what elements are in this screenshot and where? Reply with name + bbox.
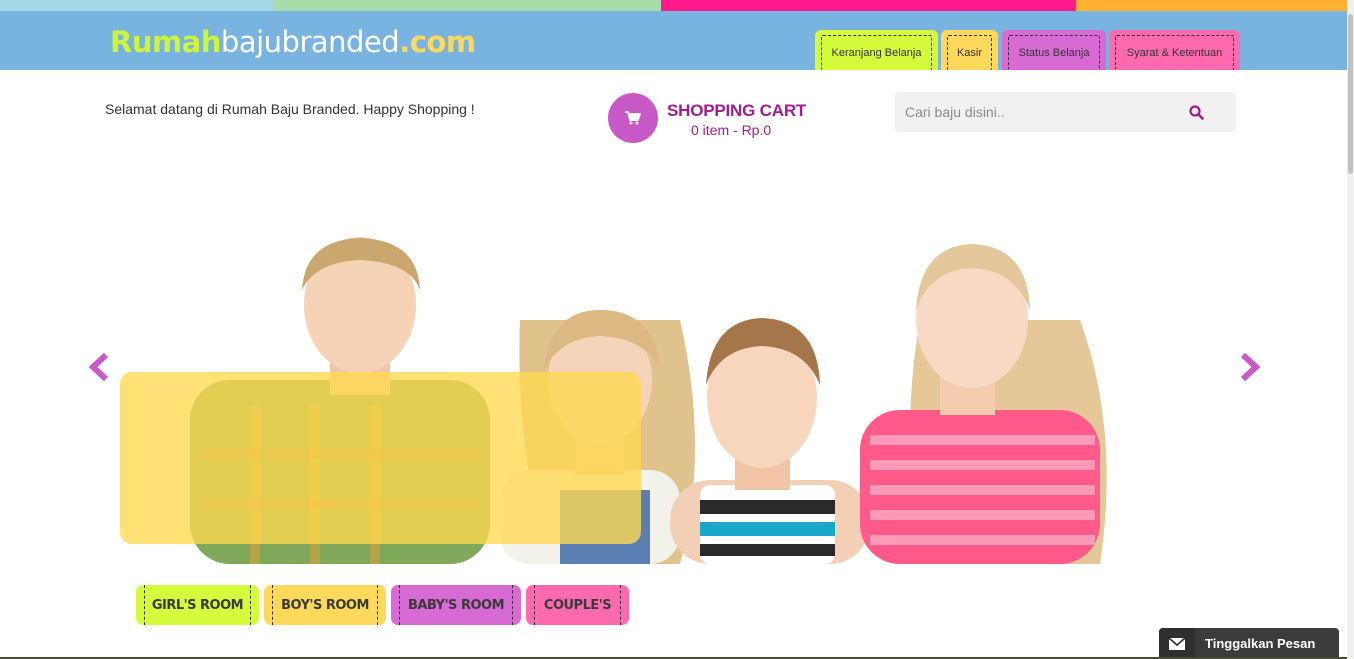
category-babys-room[interactable]: BABY'S ROOM (391, 585, 521, 625)
stripe-segment (1076, 0, 1354, 11)
welcome-message: Selamat datang di Rumah Baju Branded. Ha… (105, 101, 475, 117)
category-label: GIRL'S ROOM (144, 585, 251, 625)
category-label: BOY'S ROOM (272, 585, 378, 625)
envelope-icon (1169, 637, 1185, 650)
shopping-cart-summary: 0 item - Rp.0 (691, 122, 772, 138)
site-header: Rumahbajubranded.com Keranjang Belanja K… (0, 11, 1347, 70)
nav-tab-label: Keranjang Belanja (821, 35, 932, 70)
search-button[interactable] (1157, 92, 1236, 132)
chevron-left-icon (88, 352, 109, 382)
logo-part-rumah: Rumah (110, 25, 221, 59)
category-label: COUPLE'S (534, 585, 621, 625)
page-scrollbar[interactable] (1347, 0, 1354, 659)
nav-tab-syarat-ketentuan[interactable]: Syarat & Ketentuan (1109, 30, 1240, 70)
category-boys-room[interactable]: BOY'S ROOM (264, 585, 386, 625)
stripe-segment (273, 0, 661, 11)
stripe-segment (0, 0, 273, 11)
child-figure (670, 318, 870, 564)
logo-part-com: .com (399, 25, 476, 59)
category-couples[interactable]: COUPLE'S (526, 585, 629, 625)
search-icon (1189, 104, 1204, 120)
slider-caption-box (120, 372, 641, 544)
stripe-segment (661, 0, 1076, 11)
slider-prev-button[interactable] (87, 352, 111, 382)
shopping-cart-button[interactable] (608, 93, 658, 143)
top-color-stripe (0, 0, 1354, 11)
envelope-icon-box (1159, 628, 1195, 659)
shopping-cart-title[interactable]: SHOPPING CART (667, 101, 806, 121)
leave-message-widget[interactable]: Tinggalkan Pesan (1159, 628, 1339, 659)
search-box (895, 92, 1236, 132)
scrollbar-thumb[interactable] (1348, 14, 1353, 174)
category-girls-room[interactable]: GIRL'S ROOM (136, 585, 259, 625)
logo-part-bajubranded: bajubranded (220, 25, 400, 59)
slider-next-button[interactable] (1238, 352, 1262, 382)
nav-tab-label: Status Belanja (1008, 35, 1100, 70)
nav-tab-label: Kasir (947, 35, 992, 70)
chevron-right-icon (1240, 352, 1261, 382)
leave-message-label: Tinggalkan Pesan (1205, 636, 1316, 651)
nav-tab-label: Syarat & Ketentuan (1115, 35, 1234, 70)
category-label: BABY'S ROOM (399, 585, 513, 625)
nav-tab-kasir[interactable]: Kasir (941, 30, 998, 70)
child-figure (860, 244, 1107, 564)
nav-tab-status-belanja[interactable]: Status Belanja (1002, 30, 1106, 70)
nav-tab-keranjang-belanja[interactable]: Keranjang Belanja (815, 30, 938, 70)
cart-icon (625, 111, 641, 125)
search-input[interactable] (895, 92, 1157, 132)
site-logo[interactable]: Rumahbajubranded.com (110, 25, 476, 59)
